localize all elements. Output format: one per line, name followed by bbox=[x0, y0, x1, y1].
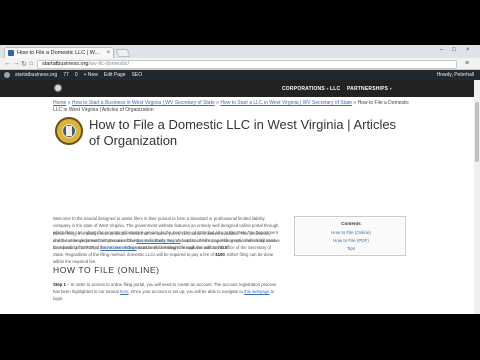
scrollbar-thumb[interactable] bbox=[475, 102, 479, 162]
toc-item-online[interactable]: How to File (Online) bbox=[295, 230, 407, 235]
tutorial-here-link[interactable]: here bbox=[120, 289, 129, 294]
name-reservations-link[interactable]: Name reservations bbox=[101, 245, 137, 250]
name-check-paragraph: Before filing, it is always wise to doub… bbox=[53, 231, 277, 251]
site-logo[interactable] bbox=[54, 84, 62, 92]
admin-site-link[interactable]: startatbusiness.org bbox=[15, 72, 57, 78]
letterbox-bottom bbox=[0, 314, 480, 360]
url-path: /wv-llc-domestic/ bbox=[88, 61, 130, 67]
minimize-icon[interactable]: – bbox=[440, 47, 443, 53]
breadcrumb: Home » How to Start a Business in West V… bbox=[53, 100, 410, 113]
this-webpage-link[interactable]: this webpage bbox=[244, 289, 269, 294]
home-icon[interactable]: ⌂ bbox=[29, 60, 33, 67]
chevron-down-icon: ▾ bbox=[389, 86, 393, 91]
close-window-icon[interactable]: × bbox=[466, 47, 470, 53]
table-of-contents: Contents How to File (Online) How to Fil… bbox=[294, 216, 406, 256]
breadcrumb-link-1[interactable]: How to Start a Business in West Virginia… bbox=[72, 100, 215, 106]
scrollbar[interactable] bbox=[474, 80, 480, 314]
nav-partnerships[interactable]: PARTNERSHIPS ▾ bbox=[347, 86, 392, 92]
url-host: startatbusiness.org bbox=[42, 61, 89, 67]
maximize-icon[interactable]: □ bbox=[452, 47, 456, 53]
toc-item-tips[interactable]: Tips bbox=[295, 246, 407, 251]
business-entity-search-link[interactable]: Business Entity Search bbox=[136, 238, 180, 243]
page-title: How to File a Domestic LLC in West Virgi… bbox=[89, 117, 397, 148]
favicon-icon bbox=[8, 50, 14, 56]
west-virginia-seal bbox=[55, 117, 83, 145]
nav-corporations[interactable]: CORPORATIONS ▾ bbox=[282, 86, 329, 92]
tab-strip: How to File a Domestic LLC | W... × – □ … bbox=[0, 45, 480, 58]
section-heading: HOW TO FILE (ONLINE) bbox=[53, 265, 160, 275]
browser-toolbar: ← → ↻ ⌂ startatbusiness.org/wv-llc-domes… bbox=[0, 58, 480, 70]
browser-menu-icon[interactable]: ≡ bbox=[465, 60, 469, 67]
nav-llc[interactable]: LLC bbox=[330, 86, 340, 92]
new-tab-button[interactable] bbox=[115, 49, 131, 57]
chevron-down-icon: ▾ bbox=[326, 86, 329, 91]
admin-comments[interactable]: 0 bbox=[75, 72, 78, 78]
admin-new[interactable]: + New bbox=[84, 72, 98, 78]
admin-howdy[interactable]: Howdy, Peterhall bbox=[437, 72, 474, 78]
site-header: CORPORATIONS ▾ LLC PARTNERSHIPS ▾ bbox=[0, 80, 480, 97]
step-1-paragraph: Step 1 – In order to access to online fi… bbox=[53, 282, 277, 302]
reload-icon[interactable]: ↻ bbox=[21, 60, 27, 68]
admin-seo[interactable]: SEO bbox=[132, 72, 143, 78]
wordpress-logo-icon[interactable] bbox=[4, 72, 10, 78]
admin-updates[interactable]: 77 bbox=[63, 72, 69, 78]
address-bar[interactable]: startatbusiness.org/wv-llc-domestic/ bbox=[37, 60, 457, 69]
breadcrumb-home[interactable]: Home bbox=[53, 100, 66, 106]
browser-window: How to File a Domestic LLC | W... × – □ … bbox=[0, 45, 480, 314]
forward-icon[interactable]: → bbox=[13, 60, 20, 67]
wp-admin-bar: startatbusiness.org 77 0 + New Edit Page… bbox=[0, 70, 480, 80]
browser-tab[interactable]: How to File a Domestic LLC | W... × bbox=[4, 47, 114, 58]
toc-item-pdf[interactable]: How to File (PDF) bbox=[295, 238, 407, 243]
tab-title: How to File a Domestic LLC | W... bbox=[17, 50, 100, 56]
letterbox-top bbox=[0, 0, 480, 45]
back-icon[interactable]: ← bbox=[4, 60, 11, 67]
tab-close-icon[interactable]: × bbox=[106, 50, 110, 56]
video-frame: How to File a Domestic LLC | W... × – □ … bbox=[0, 0, 480, 360]
breadcrumb-link-2[interactable]: How to Start a LLC in West Virginia | WV… bbox=[220, 100, 352, 106]
toc-heading: Contents bbox=[341, 221, 361, 226]
admin-edit-page[interactable]: Edit Page bbox=[104, 72, 126, 78]
